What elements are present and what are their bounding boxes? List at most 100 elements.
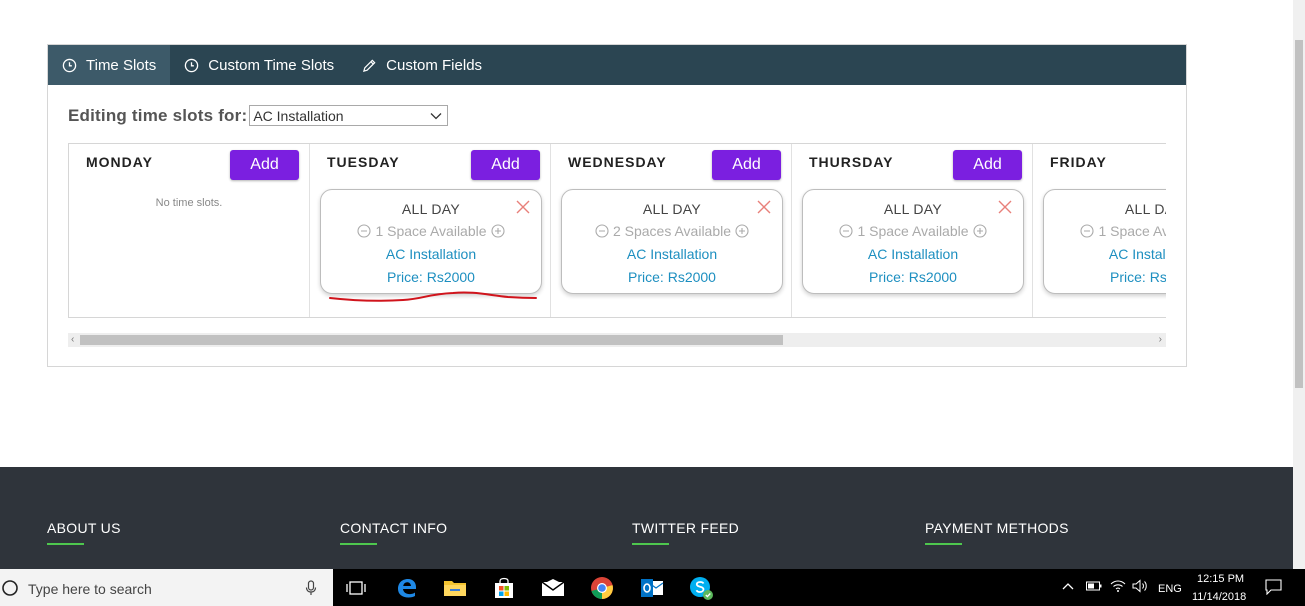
tab-custom-fields[interactable]: Custom Fields — [348, 45, 496, 85]
task-view-icon[interactable] — [342, 574, 370, 602]
tab-time-slots[interactable]: Time Slots — [48, 45, 171, 85]
footer-heading: ABOUT US — [47, 520, 121, 536]
day-name: WEDNESDAY — [568, 154, 667, 170]
scroll-left-arrow[interactable]: ‹ — [71, 333, 74, 347]
weekday-columns: MONDAY Add No time slots. TUESDAY Add AL… — [68, 143, 1166, 318]
slot-spaces: 2 Spaces Available — [562, 223, 782, 239]
chrome-icon[interactable] — [588, 574, 616, 602]
language-indicator[interactable]: ENG — [1158, 583, 1182, 595]
plus-circle-icon[interactable] — [490, 224, 505, 238]
plus-circle-icon[interactable] — [972, 224, 987, 238]
footer-column-twitter: TWITTER FEED — [632, 520, 740, 545]
day-name: MONDAY — [86, 154, 153, 170]
slot-price: Price: Rs2000 — [628, 269, 716, 285]
page-scrollbar[interactable] — [1293, 0, 1305, 569]
volume-icon[interactable] — [1132, 579, 1148, 593]
chevron-up-icon[interactable] — [1062, 582, 1074, 590]
footer-accent-line — [340, 543, 377, 545]
day-column-wednesday: WEDNESDAY Add ALL DAY 2 Spaces Available… — [551, 144, 792, 317]
footer-heading: TWITTER FEED — [632, 520, 740, 536]
tab-bar: Time Slots Custom Time Slots Custom Fiel… — [48, 45, 1186, 85]
add-slot-button[interactable]: Add — [230, 150, 299, 180]
clock-time[interactable]: 12:15 PM — [1197, 573, 1244, 585]
tab-label: Custom Time Slots — [208, 56, 335, 74]
plus-circle-icon[interactable] — [735, 224, 749, 238]
red-underline-annotation — [329, 291, 537, 302]
slot-price: Price: Rs2000 — [869, 269, 957, 285]
slot-service: AC Installation — [1108, 246, 1166, 262]
minus-circle-icon[interactable] — [357, 224, 372, 238]
outlook-icon[interactable] — [638, 574, 666, 602]
time-slot-card[interactable]: ALL DAY 1 Space Available AC Installatio… — [802, 189, 1024, 294]
footer-heading: CONTACT INFO — [340, 520, 448, 536]
tab-label: Custom Fields — [386, 56, 483, 74]
notification-icon[interactable] — [1265, 579, 1282, 595]
clock-date[interactable]: 11/14/2018 — [1192, 591, 1246, 603]
windows-taskbar: Type here to search ENG 12:15 PM 11/14/2… — [0, 569, 1305, 606]
taskbar-search-box[interactable]: Type here to search — [0, 569, 333, 606]
site-footer: ABOUT US CONTACT INFO TWITTER FEED PAYME… — [0, 467, 1293, 569]
day-column-friday: FRIDAY Add ALL DAY 1 Space Available AC … — [1033, 144, 1166, 317]
mail-icon[interactable] — [539, 574, 567, 602]
footer-accent-line — [925, 543, 962, 545]
footer-column-contact: CONTACT INFO — [340, 520, 448, 545]
microphone-icon[interactable] — [305, 580, 317, 596]
footer-column-about: ABOUT US — [47, 520, 121, 545]
add-slot-button[interactable]: Add — [953, 150, 1022, 180]
battery-icon[interactable] — [1086, 581, 1102, 591]
minus-circle-icon[interactable] — [595, 224, 609, 238]
service-select[interactable]: AC Installation — [249, 105, 449, 126]
time-slot-card[interactable]: ALL DAY 1 Space Available AC Installatio… — [1043, 189, 1166, 294]
close-icon[interactable] — [997, 199, 1013, 215]
slot-title: ALL DAY — [1124, 201, 1166, 217]
slot-service: AC Installation — [867, 246, 959, 262]
clock-icon — [185, 58, 199, 72]
slot-title: ALL DAY — [883, 201, 943, 217]
time-slot-card[interactable]: ALL DAY 1 Space Available AC Installatio… — [320, 189, 542, 294]
edge-browser-icon[interactable] — [393, 574, 421, 602]
search-placeholder: Type here to search — [28, 581, 152, 597]
day-name: FRIDAY — [1050, 154, 1107, 170]
add-slot-button[interactable]: Add — [712, 150, 781, 180]
pencil-icon — [363, 58, 376, 72]
chevron-down-icon — [430, 112, 442, 119]
time-slot-card[interactable]: ALL DAY 2 Spaces Available AC Installati… — [561, 189, 783, 294]
wifi-icon[interactable] — [1110, 579, 1126, 593]
slot-service: AC Installation — [385, 246, 477, 262]
skype-icon[interactable] — [687, 574, 715, 602]
slot-title: ALL DAY — [401, 201, 461, 217]
day-column-thursday: THURSDAY Add ALL DAY 1 Space Available A… — [792, 144, 1033, 317]
time-slots-panel: Time Slots Custom Time Slots Custom Fiel… — [47, 44, 1187, 367]
spaces-text: 1 Space Available — [1098, 223, 1166, 239]
page-scrollbar-thumb[interactable] — [1295, 40, 1303, 388]
horizontal-scrollbar[interactable]: ‹ › — [68, 333, 1166, 347]
spaces-text: 2 Spaces Available — [612, 223, 732, 239]
file-explorer-icon[interactable] — [441, 574, 469, 602]
scroll-right-arrow[interactable]: › — [1159, 333, 1162, 347]
service-selector-row: Editing time slots for: AC Installation — [68, 105, 449, 126]
slot-service: AC Installation — [626, 246, 718, 262]
clock-icon — [62, 58, 77, 72]
store-icon[interactable] — [490, 574, 518, 602]
editing-label: Editing time slots for: — [68, 105, 248, 125]
tab-custom-time-slots[interactable]: Custom Time Slots — [170, 45, 348, 85]
search-icon — [2, 580, 18, 596]
footer-accent-line — [632, 543, 669, 545]
add-slot-button[interactable]: Add — [471, 150, 540, 180]
spaces-text: 1 Space Available — [857, 223, 969, 239]
slot-spaces: 1 Space Available — [321, 223, 541, 239]
close-icon[interactable] — [756, 199, 772, 215]
spaces-text: 1 Space Available — [375, 223, 487, 239]
day-name: TUESDAY — [327, 154, 400, 170]
footer-accent-line — [47, 543, 84, 545]
slot-price: Price: Rs2000 — [1110, 269, 1166, 285]
slot-title: ALL DAY — [642, 201, 702, 217]
minus-circle-icon[interactable] — [1080, 224, 1095, 238]
slot-price: Price: Rs2000 — [387, 269, 475, 285]
minus-circle-icon[interactable] — [839, 224, 854, 238]
day-name: THURSDAY — [809, 154, 894, 170]
day-column-monday: MONDAY Add No time slots. — [69, 144, 310, 317]
scrollbar-thumb[interactable] — [80, 335, 783, 345]
slot-spaces: 1 Space Available — [1044, 223, 1166, 239]
close-icon[interactable] — [515, 199, 531, 215]
